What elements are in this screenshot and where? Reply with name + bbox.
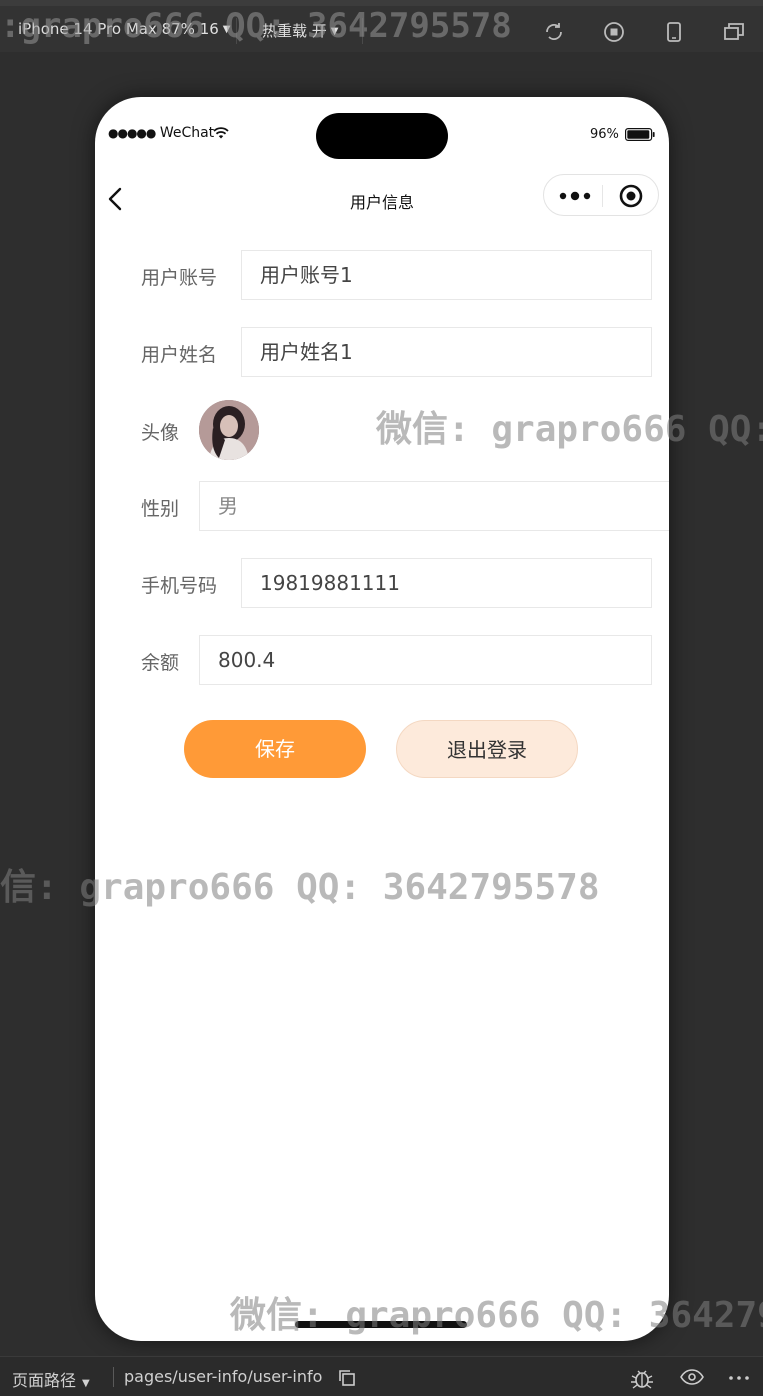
capsule-divider <box>602 185 603 207</box>
carrier-label: WeChat <box>159 125 215 141</box>
toolbar-divider <box>236 18 237 44</box>
balance-input[interactable]: 800.4 <box>199 635 652 685</box>
bug-icon[interactable] <box>630 1367 654 1389</box>
record-icon[interactable] <box>602 20 626 44</box>
close-target-icon[interactable] <box>618 183 644 209</box>
page-path-label: 页面路径 <box>12 1371 77 1390</box>
phone-label: 手机号码 <box>141 575 218 597</box>
logout-button[interactable]: 退出登录 <box>396 720 578 778</box>
gender-input[interactable]: 男 <box>199 481 669 531</box>
name-label: 用户姓名 <box>141 344 218 366</box>
wifi-icon <box>213 127 229 139</box>
signal-icon: ●●●●● <box>108 126 156 140</box>
device-label: iPhone 14 Pro Max 87% 16 <box>18 20 219 38</box>
account-label: 用户账号 <box>141 267 218 289</box>
chevron-down-icon: ▼ <box>82 1378 90 1389</box>
bottom-divider <box>113 1367 114 1387</box>
chevron-down-icon: ▼ <box>330 26 339 37</box>
account-input[interactable]: 用户账号1 <box>241 250 652 300</box>
save-button[interactable]: 保存 <box>184 720 366 778</box>
phone-icon[interactable] <box>662 20 686 44</box>
device-select[interactable]: iPhone 14 Pro Max 87% 16 ▼ <box>18 20 231 38</box>
phone-input[interactable]: 19819881111 <box>241 558 652 608</box>
toolbar-divider <box>362 18 363 44</box>
more-icon[interactable] <box>558 187 592 205</box>
name-input[interactable]: 用户姓名1 <box>241 327 652 377</box>
more-options-icon[interactable] <box>728 1375 750 1381</box>
avatar-image <box>199 400 259 460</box>
balance-label: 余额 <box>141 652 180 674</box>
mini-program-capsule <box>543 174 659 216</box>
gender-label: 性别 <box>141 498 180 520</box>
window-icon[interactable] <box>722 20 746 44</box>
status-bar: ●●●●● WeChat 96% <box>95 97 669 167</box>
carrier: ●●●●● WeChat <box>108 125 214 141</box>
hot-reload-toggle[interactable]: 热重载 开 ▼ <box>262 20 338 41</box>
page-path-value: pages/user-info/user-info <box>124 1367 323 1386</box>
chevron-down-icon: ▼ <box>222 24 231 35</box>
page-path-select[interactable]: 页面路径 ▼ <box>12 1367 90 1391</box>
battery-icon <box>625 128 655 141</box>
devtools-toolbar: iPhone 14 Pro Max 87% 16 ▼ 热重载 开 ▼ :grapro… <box>0 0 763 52</box>
battery-percent: 96% <box>590 127 619 142</box>
eye-icon[interactable] <box>680 1369 704 1385</box>
devtools-bottom-bar: 页面路径 ▼ pages/user-info/user-info <box>0 1356 763 1396</box>
copy-icon[interactable] <box>338 1369 356 1387</box>
refresh-icon[interactable] <box>542 20 566 44</box>
hot-reload-label: 热重载 开 <box>262 22 327 40</box>
avatar[interactable] <box>199 400 259 460</box>
phone-screen: ●●●●● WeChat 96% 用户信息 用户账号 用户账号1 用户姓名 用户… <box>95 97 669 1341</box>
avatar-label: 头像 <box>141 422 180 444</box>
dynamic-island <box>316 113 448 159</box>
home-indicator <box>295 1321 467 1328</box>
nav-bar: 用户信息 <box>95 172 669 226</box>
